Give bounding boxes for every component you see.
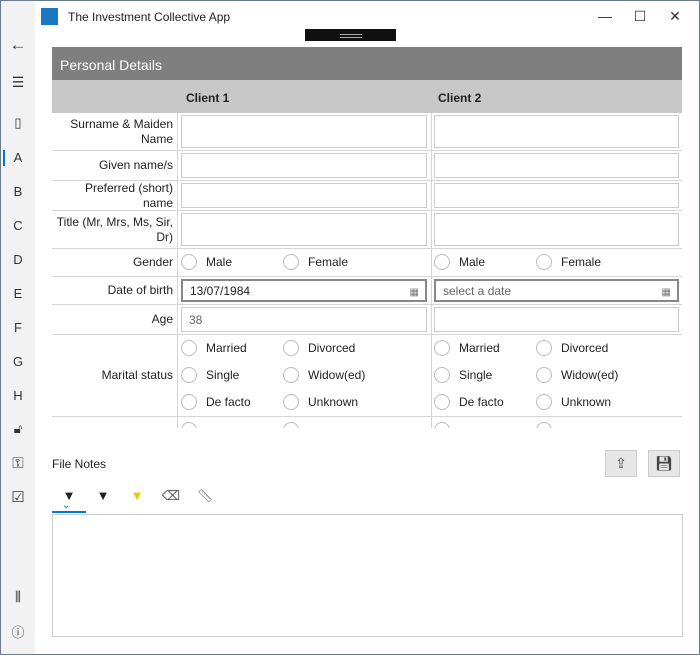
- client1-header: Client 1: [186, 91, 230, 105]
- dob-label: Date of birth: [52, 277, 178, 304]
- client1-title-input[interactable]: [181, 213, 427, 246]
- calendar-icon: ▦: [661, 287, 671, 298]
- client2-header: Client 2: [438, 91, 482, 105]
- active-tool-indicator: [52, 511, 86, 513]
- age-label: Age: [52, 305, 178, 334]
- highlighter-tool[interactable]: ▼: [122, 488, 152, 503]
- eraser-icon: ⌫: [161, 488, 181, 503]
- client2-defacto-radio[interactable]: De facto: [434, 394, 504, 410]
- surname-label: Surname & Maiden Name: [52, 113, 178, 150]
- client2-surname-input[interactable]: [434, 115, 679, 148]
- ruler-icon: 📏︎: [196, 488, 214, 503]
- client1-married-radio[interactable]: Married: [181, 340, 247, 356]
- app-title: The Investment Collective App: [68, 10, 231, 24]
- clipped-label: [52, 417, 178, 428]
- nav-e[interactable]: E: [1, 286, 35, 301]
- file-notes-label: File Notes: [52, 457, 107, 471]
- row-preferred: Preferred (short) name: [52, 181, 682, 211]
- pencil-icon: ▼: [96, 488, 110, 503]
- row-clipped: [52, 417, 682, 428]
- preferred-label: Preferred (short) name: [52, 181, 178, 210]
- share-button[interactable]: ⇪: [605, 450, 637, 477]
- hamburger-menu-icon[interactable]: ☰: [1, 74, 35, 91]
- client2-preferred-input[interactable]: [434, 183, 679, 208]
- maximize-button[interactable]: ☐: [622, 5, 658, 27]
- chevron-down-icon[interactable]: ⌄: [62, 500, 70, 511]
- eraser-tool[interactable]: ⌫: [156, 488, 186, 504]
- client1-male-radio[interactable]: Male: [181, 254, 232, 270]
- client2-female-radio[interactable]: Female: [536, 254, 601, 270]
- gender-label: Gender: [52, 249, 178, 276]
- client2-title-input[interactable]: [434, 213, 679, 246]
- clipped-radio[interactable]: [536, 422, 552, 428]
- clipped-radio[interactable]: [283, 422, 299, 428]
- ink-canvas[interactable]: [52, 514, 683, 637]
- client2-married-radio[interactable]: Married: [434, 340, 500, 356]
- nav-d[interactable]: D: [1, 252, 35, 267]
- client2-given-input[interactable]: [434, 153, 679, 178]
- nav-h[interactable]: H: [1, 388, 35, 403]
- key-icon[interactable]: ⚿: [1, 455, 35, 472]
- app-logo-icon: [41, 8, 58, 25]
- given-label: Given name/s: [52, 151, 178, 180]
- client2-male-radio[interactable]: Male: [434, 254, 485, 270]
- client2-single-radio[interactable]: Single: [434, 367, 492, 383]
- library-icon[interactable]: ⫼: [1, 589, 35, 605]
- client1-given-input[interactable]: [181, 153, 427, 178]
- client2-unknown-radio[interactable]: Unknown: [536, 394, 611, 410]
- lock-icon[interactable]: 🔓︎: [1, 421, 35, 437]
- ruler-tool[interactable]: 📏︎: [190, 488, 220, 504]
- client1-preferred-input[interactable]: [181, 183, 427, 208]
- client1-divorced-radio[interactable]: Divorced: [283, 340, 355, 356]
- close-button[interactable]: ✕: [657, 5, 693, 27]
- nav-a[interactable]: A: [1, 150, 35, 165]
- back-icon[interactable]: ←: [1, 35, 35, 55]
- info-icon[interactable]: ⓘ: [1, 622, 35, 641]
- client1-defacto-radio[interactable]: De facto: [181, 394, 251, 410]
- client1-dob-picker[interactable]: 13/07/1984 ▦: [181, 279, 427, 302]
- client2-widowed-radio[interactable]: Widow(ed): [536, 367, 618, 383]
- clipped-radio[interactable]: [181, 422, 197, 428]
- title-bar: The Investment Collective App — ☐ ✕: [35, 1, 699, 31]
- drag-handle[interactable]: [305, 29, 396, 41]
- client1-female-radio[interactable]: Female: [283, 254, 348, 270]
- calendar-icon: ▦: [409, 287, 419, 298]
- checklist-icon[interactable]: ☑: [1, 488, 35, 506]
- save-button[interactable]: 💾︎: [648, 450, 680, 477]
- row-title: Title (Mr, Mrs, Ms, Sir, Dr): [52, 211, 682, 249]
- title-label: Title (Mr, Mrs, Ms, Sir, Dr): [52, 211, 178, 248]
- highlighter-icon: ▼: [130, 488, 144, 503]
- sidebar: ← ☰ ▯ A B C D E F G H 🔓︎ ⚿ ☑ ⫼ ⓘ: [1, 1, 35, 654]
- pencil-tool[interactable]: ▼: [88, 488, 118, 503]
- clipped-radio[interactable]: [434, 422, 450, 428]
- document-icon[interactable]: ▯: [1, 115, 35, 131]
- client1-age-input[interactable]: 38: [181, 307, 427, 332]
- personal-details-form: Personal Details Client 1 Client 2 Surna…: [52, 47, 682, 428]
- column-header: Client 1 Client 2: [52, 80, 682, 113]
- row-gender: Gender Male Female Male Female: [52, 249, 682, 277]
- nav-b[interactable]: B: [1, 184, 35, 199]
- client2-dob-picker[interactable]: select a date ▦: [434, 279, 679, 302]
- row-marital: Marital status Married Divorced Single W…: [52, 335, 682, 417]
- client2-age-input[interactable]: [434, 307, 679, 332]
- form-title: Personal Details: [52, 47, 682, 80]
- client1-surname-input[interactable]: [181, 115, 427, 148]
- row-surname: Surname & Maiden Name: [52, 113, 682, 151]
- nav-g[interactable]: G: [1, 354, 35, 369]
- client1-unknown-radio[interactable]: Unknown: [283, 394, 358, 410]
- minimize-button[interactable]: —: [587, 5, 623, 27]
- row-given: Given name/s: [52, 151, 682, 181]
- row-age: Age 38: [52, 305, 682, 335]
- nav-f[interactable]: F: [1, 320, 35, 335]
- client1-widowed-radio[interactable]: Widow(ed): [283, 367, 365, 383]
- row-dob: Date of birth 13/07/1984 ▦ select a date ▦: [52, 277, 682, 305]
- marital-label: Marital status: [52, 335, 178, 416]
- client1-single-radio[interactable]: Single: [181, 367, 239, 383]
- nav-c[interactable]: C: [1, 218, 35, 233]
- client2-divorced-radio[interactable]: Divorced: [536, 340, 608, 356]
